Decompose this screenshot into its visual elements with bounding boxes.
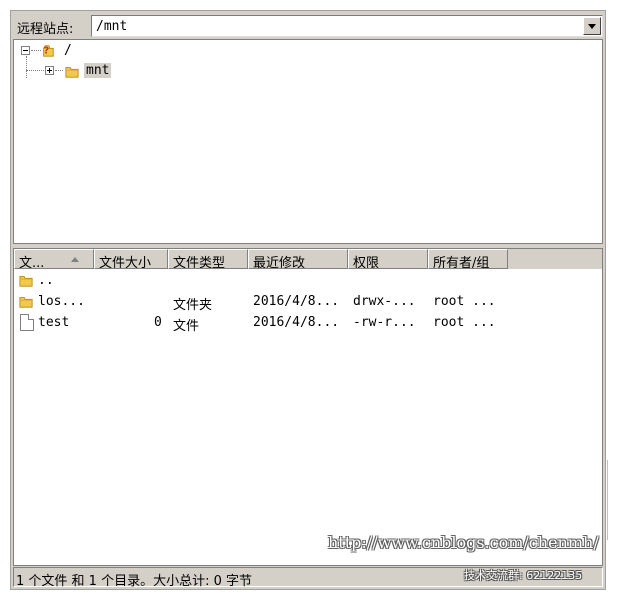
table-row[interactable]: test 0 文件 2016/4/8... -rw-r... root ... (14, 313, 602, 334)
tree-node-root[interactable]: ? / (18, 42, 218, 62)
remote-site-panel: 远程站点: ? / mn (10, 10, 606, 590)
cell-permissions: -rw-r... (353, 315, 416, 330)
watermark-group: 技术交流群: 62122135 (464, 569, 583, 582)
file-list-header: 文... 文件大小 文件类型 最近修改 权限 所有者/组 (14, 249, 602, 269)
folder-icon (65, 67, 79, 78)
cell-filesize: 0 (154, 315, 162, 330)
table-row[interactable]: .. (14, 271, 602, 292)
column-header-modified[interactable]: 最近修改 (248, 249, 348, 269)
window-edge (607, 460, 611, 540)
cell-filename: los... (38, 294, 85, 309)
svg-text:?: ? (44, 46, 50, 57)
cell-filename: test (38, 315, 70, 330)
chevron-down-icon[interactable] (583, 17, 601, 35)
cell-modified: 2016/4/8... (253, 294, 340, 309)
cell-owner: root ... (433, 294, 496, 309)
directory-tree[interactable]: ? / mnt (13, 39, 603, 244)
file-list[interactable]: 文... 文件大小 文件类型 最近修改 权限 所有者/组 .. los... 文… (13, 248, 603, 566)
tree-node-mnt[interactable]: mnt (18, 62, 218, 82)
tree-node-root-label: / (64, 43, 72, 58)
column-header-owner[interactable]: 所有者/组 (428, 249, 508, 269)
file-icon (20, 314, 34, 331)
status-text: 1 个文件 和 1 个目录。大小总计: 0 字节 (16, 574, 252, 589)
folder-icon (19, 297, 33, 308)
folder-icon (19, 276, 33, 287)
tree-node-mnt-label: mnt (84, 63, 112, 78)
remote-site-bar: 远程站点: (15, 15, 603, 37)
cell-filename: .. (38, 273, 54, 288)
column-header-filesize-label: 文件大小 (99, 256, 152, 269)
column-header-owner-label: 所有者/组 (433, 256, 490, 269)
cell-modified: 2016/4/8... (253, 315, 340, 330)
column-header-modified-label: 最近修改 (253, 256, 306, 269)
cell-filetype: 文件 (173, 319, 200, 334)
cell-filetype: 文件夹 (173, 298, 213, 313)
remote-site-combobox[interactable] (91, 15, 603, 37)
column-header-filetype-label: 文件类型 (173, 256, 226, 269)
table-row[interactable]: los... 文件夹 2016/4/8... drwx-... root ... (14, 292, 602, 313)
column-header-filename-label: 文... (19, 256, 45, 269)
column-header-filesize[interactable]: 文件大小 (94, 249, 168, 269)
column-header-filename[interactable]: 文... (14, 249, 94, 269)
sort-ascending-icon (71, 257, 79, 262)
cell-owner: root ... (433, 315, 496, 330)
expand-icon[interactable] (45, 66, 54, 75)
cell-permissions: drwx-... (353, 294, 416, 309)
collapse-icon[interactable] (21, 46, 30, 55)
question-folder-icon: ? (43, 45, 54, 57)
column-header-permissions-label: 权限 (353, 256, 380, 269)
watermark-url: http://www.cnblogs.com/chenmh/ (328, 533, 599, 552)
column-header-permissions[interactable]: 权限 (348, 249, 428, 269)
remote-site-label: 远程站点: (17, 22, 74, 37)
remote-site-path-input[interactable] (94, 18, 574, 34)
column-header-filetype[interactable]: 文件类型 (168, 249, 248, 269)
